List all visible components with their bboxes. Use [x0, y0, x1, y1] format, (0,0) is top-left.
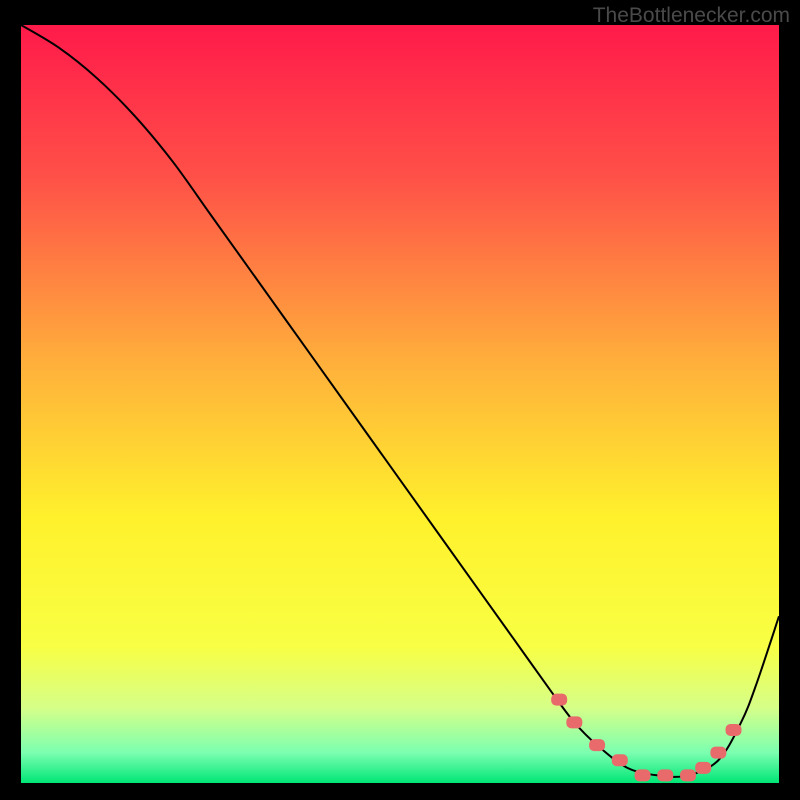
sweet-spot-marker: [657, 769, 673, 781]
sweet-spot-marker: [566, 716, 582, 728]
sweet-spot-marker: [589, 739, 605, 751]
sweet-spot-marker: [612, 754, 628, 766]
sweet-spot-marker: [635, 769, 651, 781]
chart-background: [21, 25, 779, 783]
sweet-spot-marker: [551, 694, 567, 706]
sweet-spot-marker: [710, 747, 726, 759]
watermark-text: TheBottlenecker.com: [593, 4, 790, 28]
sweet-spot-marker: [680, 769, 696, 781]
sweet-spot-marker: [726, 724, 742, 736]
sweet-spot-marker: [695, 762, 711, 774]
bottleneck-chart: [21, 25, 779, 783]
